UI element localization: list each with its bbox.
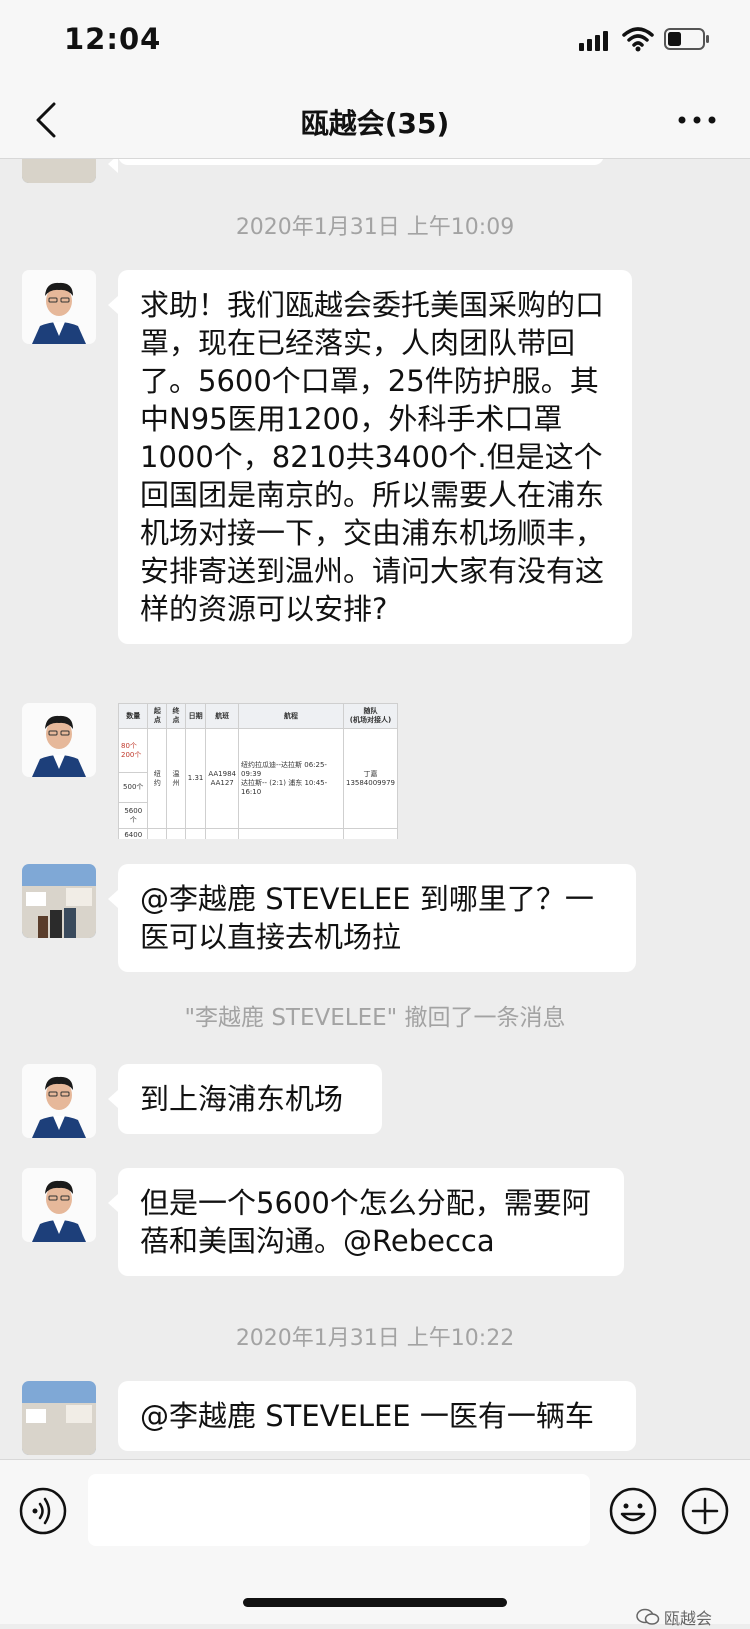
flight-table: 数量 起点 终点 日期 航班 航程 随队 (机场对接人) 80个 200个 纽约… [118, 703, 398, 839]
quantity-value: 80个 [121, 741, 137, 750]
timestamp: 2020年1月31日 上午10:22 [235, 1326, 515, 1351]
table-header: 终点 [166, 703, 186, 729]
battery-icon [664, 28, 709, 50]
message-bubble[interactable] [108, 159, 604, 173]
watermark-text: 瓯越会 [664, 1609, 713, 1628]
table-cell: 纽约拉瓜迪--达拉斯 06:25-09:39 达拉斯-- (2:1) 浦东 10… [237, 728, 344, 829]
message-bubble[interactable]: 到上海浦东机场 [108, 1064, 382, 1134]
table-cell [342, 828, 398, 839]
table-cell: 5600个 [118, 802, 149, 829]
system-message-recalled: "李越鹿 STEVELEE" 撤回了一条消息 [184, 1005, 566, 1031]
wechat-logo-icon [636, 1608, 660, 1625]
timestamp: 2020年1月31日 上午10:09 [235, 215, 515, 240]
more-input-plus-icon[interactable] [680, 1486, 730, 1536]
home-indicator[interactable] [243, 1598, 507, 1607]
avatar[interactable] [22, 864, 96, 938]
emoji-icon[interactable] [608, 1486, 658, 1536]
table-cell [205, 828, 239, 839]
message-input[interactable] [88, 1474, 590, 1546]
table-header: 航程 [237, 703, 344, 729]
table-cell: 6400 [118, 828, 149, 839]
table-cell: 1.31 [184, 728, 207, 829]
wifi-icon [622, 27, 654, 52]
message-bubble[interactable]: @李越鹿 STEVELEE 到哪里了？一医可以直接去机场拉 [108, 864, 636, 972]
table-cell [147, 828, 168, 839]
avatar[interactable] [22, 159, 96, 183]
table-cell: 500个 [118, 772, 149, 803]
table-cell [166, 828, 186, 839]
table-header: 数量 [118, 703, 149, 729]
table-cell [237, 828, 344, 839]
table-header: 航班 [205, 703, 239, 729]
table-header: 日期 [184, 703, 207, 729]
voice-input-icon[interactable] [18, 1486, 68, 1536]
chat-message-list[interactable]: 2020年1月31日 上午10:09 求助！我们瓯越会委托美国采购的口罩，现在已… [0, 159, 750, 1459]
chat-title: 瓯越会(35) [300, 107, 450, 140]
cellular-signal-icon [579, 31, 608, 51]
table-cell: 80个 200个 [118, 728, 149, 773]
image-message-flight-table[interactable]: 数量 起点 终点 日期 航班 航程 随队 (机场对接人) 80个 200个 纽约… [118, 703, 398, 839]
watermark: 瓯越会 [636, 1605, 712, 1629]
table-header: 随队 (机场对接人) [342, 703, 398, 729]
avatar[interactable] [22, 1168, 96, 1242]
avatar[interactable] [22, 270, 96, 344]
table-cell: 温州 [166, 728, 186, 829]
quantity-value: 200个 [121, 750, 142, 759]
table-header: 起点 [147, 703, 168, 729]
table-cell [184, 828, 207, 839]
avatar[interactable] [22, 703, 96, 777]
avatar[interactable] [22, 1381, 96, 1455]
table-cell: 纽约 [147, 728, 168, 829]
table-cell: AA1984 AA127 [205, 728, 239, 829]
message-bubble[interactable]: 求助！我们瓯越会委托美国采购的口罩，现在已经落实，人肉团队带回了。5600个口罩… [108, 270, 632, 644]
status-time: 12:04 [64, 22, 162, 56]
message-bubble[interactable]: 但是一个5600个怎么分配，需要阿蓓和美国沟通。@Rebecca [108, 1168, 624, 1276]
status-bar: 12:04 [0, 0, 750, 82]
more-options-icon[interactable] [672, 102, 722, 138]
message-bubble[interactable]: @李越鹿 STEVELEE 一医有一辆车 [118, 1381, 636, 1451]
table-cell: 丁嘉 13584009979 [342, 728, 398, 829]
nav-bar: 瓯越会(35) [0, 82, 750, 159]
avatar[interactable] [22, 1064, 96, 1138]
